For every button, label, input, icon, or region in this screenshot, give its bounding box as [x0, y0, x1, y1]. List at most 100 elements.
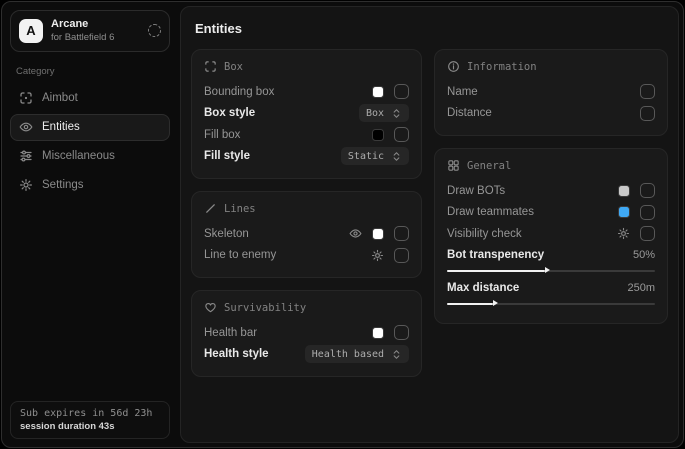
section-title: General	[467, 160, 511, 172]
app-window: A Arcane for Battlefield 6 Category Aimb…	[1, 1, 684, 448]
color-swatch[interactable]	[618, 206, 630, 218]
app-subtitle: for Battlefield 6	[51, 32, 140, 44]
row-label: Bot transpenency	[447, 249, 544, 261]
section-box: Box Bounding box Box style Box	[191, 49, 422, 179]
chevron-updown-icon	[391, 349, 402, 360]
section-title: Survivability	[224, 302, 306, 314]
brackets-icon	[204, 60, 217, 73]
page-title: Entities	[195, 21, 668, 36]
bounding-box-checkbox[interactable]	[394, 84, 409, 99]
sidebar-item-settings[interactable]: Settings	[10, 172, 170, 199]
row-visibility-check: Visibility check	[447, 223, 655, 245]
eye-icon	[19, 120, 33, 134]
slider-handle[interactable]	[545, 267, 550, 273]
avatar: A	[19, 19, 43, 43]
row-distance: Distance	[447, 103, 655, 125]
row-label: Box style	[204, 107, 255, 119]
row-label: Fill style	[204, 150, 250, 162]
sub-expiry-text: Sub expires in 56d 23h	[20, 408, 160, 419]
session-duration-text: session duration 43s	[20, 421, 160, 432]
row-label: Line to enemy	[204, 249, 276, 261]
visibility-check-checkbox[interactable]	[640, 226, 655, 241]
sync-status-icon	[148, 24, 161, 37]
sidebar-item-entities[interactable]: Entities	[10, 114, 170, 141]
row-label: Bounding box	[204, 86, 274, 98]
row-label: Max distance	[447, 282, 519, 294]
row-label: Fill box	[204, 129, 240, 141]
section-lines: Lines Skeleton Line to enemy	[191, 191, 422, 278]
max-distance-slider[interactable]	[447, 303, 655, 305]
user-card[interactable]: A Arcane for Battlefield 6	[10, 10, 170, 52]
slider-handle[interactable]	[493, 300, 498, 306]
chevron-updown-icon	[391, 151, 402, 162]
health-style-dropdown[interactable]: Health based	[305, 345, 409, 363]
row-skeleton: Skeleton	[204, 223, 409, 245]
fill-box-checkbox[interactable]	[394, 127, 409, 142]
row-draw-bots: Draw BOTs	[447, 180, 655, 202]
sidebar-item-aimbot[interactable]: Aimbot	[10, 85, 170, 112]
sidebar: A Arcane for Battlefield 6 Category Aimb…	[2, 2, 178, 447]
color-swatch[interactable]	[618, 185, 630, 197]
fill-style-dropdown[interactable]: Static	[341, 147, 409, 165]
section-information: Information Name Distance	[434, 49, 668, 136]
draw-teammates-checkbox[interactable]	[640, 205, 655, 220]
sidebar-item-label: Miscellaneous	[42, 150, 115, 162]
draw-bots-checkbox[interactable]	[640, 183, 655, 198]
gear-icon	[19, 178, 33, 192]
row-name: Name	[447, 81, 655, 103]
section-general: General Draw BOTs Draw teammates	[434, 148, 668, 324]
row-fill-box: Fill box	[204, 124, 409, 146]
info-icon	[447, 60, 460, 73]
health-bar-checkbox[interactable]	[394, 325, 409, 340]
row-draw-teammates: Draw teammates	[447, 202, 655, 224]
sidebar-item-label: Aimbot	[42, 92, 78, 104]
max-distance-slider-group: Max distance 250m	[447, 279, 655, 305]
distance-checkbox[interactable]	[640, 106, 655, 121]
sidebar-item-label: Settings	[42, 179, 84, 191]
row-label: Name	[447, 86, 478, 98]
gear-icon[interactable]	[371, 249, 384, 262]
section-survivability: Survivability Health bar Health style He…	[191, 290, 422, 377]
row-line-to-enemy: Line to enemy	[204, 245, 409, 267]
row-label: Draw teammates	[447, 206, 534, 218]
bot-transparency-slider[interactable]	[447, 270, 655, 272]
row-label: Health bar	[204, 327, 257, 339]
color-swatch[interactable]	[372, 129, 384, 141]
gear-icon[interactable]	[617, 227, 630, 240]
app-title: Arcane	[51, 18, 140, 32]
name-checkbox[interactable]	[640, 84, 655, 99]
row-health-style: Health style Health based	[204, 344, 409, 366]
box-style-dropdown[interactable]: Box	[359, 104, 409, 122]
color-swatch[interactable]	[372, 86, 384, 98]
main-panel: Entities Box Bounding box	[180, 6, 679, 443]
color-swatch[interactable]	[372, 228, 384, 240]
line-icon	[204, 202, 217, 215]
row-label: Skeleton	[204, 228, 249, 240]
row-label: Draw BOTs	[447, 185, 505, 197]
category-label: Category	[16, 66, 170, 77]
slider-value: 250m	[627, 282, 655, 294]
subscription-info-card: Sub expires in 56d 23h session duration …	[10, 401, 170, 439]
dropdown-value: Static	[348, 151, 384, 162]
dropdown-value: Health based	[312, 349, 384, 360]
heart-icon	[204, 301, 217, 314]
row-label: Visibility check	[447, 228, 522, 240]
skeleton-checkbox[interactable]	[394, 226, 409, 241]
sidebar-item-miscellaneous[interactable]: Miscellaneous	[10, 143, 170, 170]
row-label: Distance	[447, 107, 492, 119]
section-title: Box	[224, 61, 243, 73]
row-bounding-box: Bounding box	[204, 81, 409, 103]
row-fill-style: Fill style Static	[204, 146, 409, 168]
slider-value: 50%	[633, 249, 655, 261]
sliders-icon	[19, 149, 33, 163]
sidebar-item-label: Entities	[42, 121, 80, 133]
line-to-enemy-checkbox[interactable]	[394, 248, 409, 263]
grid-icon	[447, 159, 460, 172]
bot-transparency-slider-group: Bot transpenency 50%	[447, 246, 655, 272]
row-box-style: Box style Box	[204, 103, 409, 125]
row-health-bar: Health bar	[204, 322, 409, 344]
eye-icon[interactable]	[349, 227, 362, 240]
color-swatch[interactable]	[372, 327, 384, 339]
section-title: Lines	[224, 203, 256, 215]
section-title: Information	[467, 61, 537, 73]
